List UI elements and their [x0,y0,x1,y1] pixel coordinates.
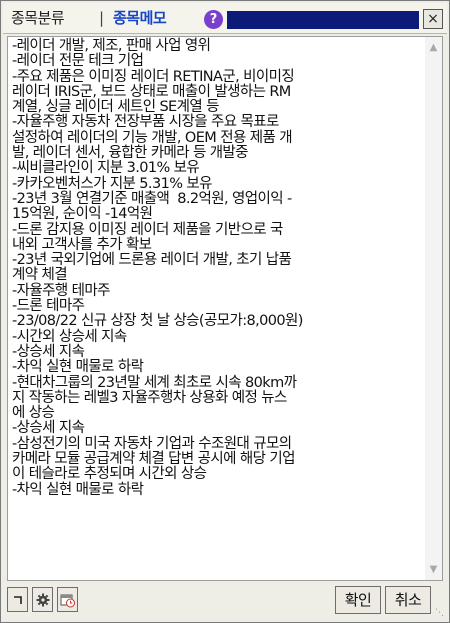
memo-line: -23/08/22 신규 상장 첫 날 상승(공모가:8,000원) [12,313,303,330]
settings-button[interactable] [32,587,53,612]
memo-line: 계약 체결 [12,267,68,284]
gear-icon [36,593,49,607]
ok-button[interactable]: 확인 [335,586,381,614]
memo-line: -23년 3월 연결기준 매출액 8.2억원, 영업이익 - [12,190,292,207]
memo-line: 이 테슬라로 추정되며 시간외 상승 [12,466,207,483]
memo-line: -드론 감지용 이미징 레이더 제품을 기반으로 국 [12,221,283,238]
memo-line: -씨비클라인이 지분 3.01% 보유 [12,160,200,177]
memo-line: 15억원, 순이익 -14억원 [12,206,153,223]
footer-toolbar: 확인 취소 ⋱ [3,585,447,620]
corner-bracket-button[interactable] [7,587,28,612]
memo-textarea[interactable]: -레이더 개발, 제조, 판매 사업 영위 -레이더 전문 테크 기업 -주요 제품… [7,36,443,581]
close-icon: × [427,11,439,27]
scroll-up-arrow-icon[interactable]: ▲ [427,41,440,54]
memo-line: -차익 실현 매물로 하락 [12,359,144,376]
memo-line: -23년 국외기업에 드론용 레이더 개발, 초기 납품 [12,252,292,269]
memo-line: 레이더 IRIS군, 보드 상태로 매출이 발생하는 RM [12,83,291,100]
memo-line: 지 작동하는 레벨3 자율주행차 상용화 예정 뉴스 [12,389,287,406]
memo-line: -레이더 개발, 제조, 판매 사업 영위 [12,38,211,54]
tab-stock-memo[interactable]: 종목메모 [113,7,167,29]
memo-line: -상승세 지속 [12,420,85,437]
memo-line: -주요 제품은 이미징 레이더 RETINA군, 비이미징 [12,68,295,85]
memo-line: -자율주행 테마주 [12,282,110,299]
memo-line: -카카오벤처스가 지분 5.31% 보유 [12,175,212,192]
memo-line: 내외 고객사를 추가 확보 [12,236,152,253]
help-icon[interactable]: ? [204,10,223,29]
memo-line: -상승세 지속 [12,343,85,360]
stock-memo-window: 종목분류 | 종목메모 ? × -레이더 개발, 제조, 판매 사업 영위 -레이… [0,0,450,623]
clock-calendar-icon [60,594,75,608]
corner-bracket-icon [13,596,22,604]
tab-stock-category[interactable]: 종목분류 [11,7,65,29]
scroll-down-arrow-icon[interactable]: ▼ [427,563,440,576]
memo-line: -현대차그룹의 23년말 세계 최초로 시속 80km까 [12,374,297,391]
memo-line: -차익 실현 매물로 하락 [12,481,144,498]
title-fill-bar [227,11,419,29]
resize-grip-icon[interactable]: ⋱ [435,608,445,618]
tab-separator: | [99,9,104,27]
memo-line: -레이더 전문 테크 기업 [12,53,144,70]
cancel-button[interactable]: 취소 [385,586,431,614]
memo-line: 설정하여 레이더의 기능 개발, OEM 전용 제품 개 [12,129,293,146]
schedule-button[interactable] [57,587,78,612]
memo-content[interactable]: -레이더 개발, 제조, 판매 사업 영위 -레이더 전문 테크 기업 -주요 제품… [12,38,424,498]
memo-line: -시간외 상승세 지속 [12,328,127,345]
vertical-scrollbar[interactable]: ▲ ▼ [425,37,442,580]
memo-line: -자율주행 자동차 전장부품 시장을 주요 목표로 [12,114,279,131]
close-button[interactable]: × [423,9,443,29]
memo-line: -삼성전기의 미국 자동차 기업과 수조원대 규모의 [12,435,292,452]
title-bar: 종목분류 | 종목메모 ? × [3,3,447,34]
